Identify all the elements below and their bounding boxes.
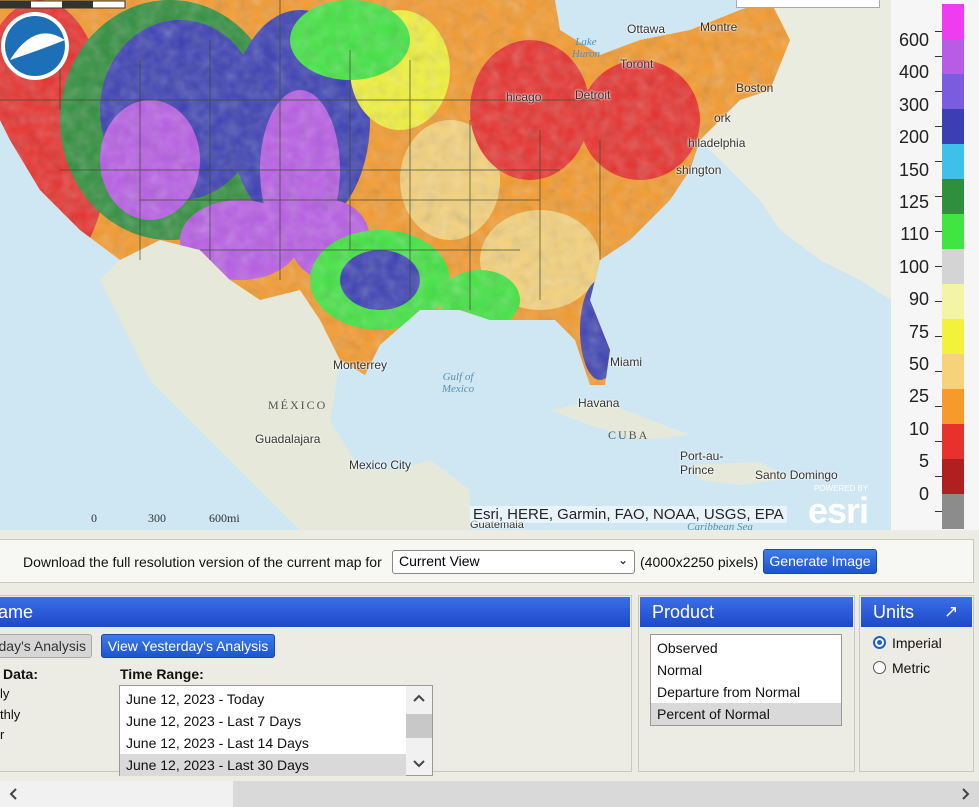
noaa-logo-icon [1,12,69,80]
view-todays-analysis-button[interactable]: day's Analysis [0,634,92,658]
city-boston: Boston [736,81,774,95]
legend-label: 10 [908,418,929,439]
city-miami: Miami [610,355,642,369]
map-overlay-box [736,0,880,8]
time-range-option[interactable]: June 12, 2023 - Last 30 Days [120,754,406,776]
legend-swatch [942,424,964,459]
city-ottawa: Ottawa [627,22,666,36]
data-option-yearly[interactable]: r [0,727,4,742]
download-view-value: Current View [399,553,480,569]
precipitation-map[interactable]: Ottawa Montre Lake Huron Toront Boston hi… [0,0,891,530]
label-gulf-of-mexico: Gulf of Mexico [441,371,475,395]
data-option-daily[interactable]: ly [0,686,9,701]
unit-label-imperial[interactable]: Imperial [892,635,942,651]
city-port-au-prince: Port-au- Prince [680,449,724,477]
city-philadelphia: hiladelphia [688,136,746,150]
data-option-monthly[interactable]: thly [0,707,20,722]
legend-swatch [942,4,964,39]
download-text: Download the full resolution version of … [23,554,382,570]
legend-swatch [942,494,964,529]
view-yesterdays-analysis-button[interactable]: View Yesterday's Analysis [101,634,275,658]
legend-swatch [942,74,964,109]
legend-label: 110 [900,224,929,245]
time-range-option[interactable]: June 12, 2023 - Last 14 Days [120,732,406,754]
label-cuba: CUBA [608,428,650,442]
city-detroit: Detroit [575,88,611,102]
city-monterrey: Monterrey [333,358,388,372]
legend-swatch [942,214,964,249]
legend-label: 90 [908,289,929,310]
product-panel-title: Product [640,597,853,627]
legend-swatch [942,249,964,284]
legend-swatch [942,109,964,144]
download-pixels-text: (4000x2250 pixels) [640,554,759,570]
legend-label: 600 [898,30,929,50]
legend-swatch [942,389,964,424]
time-range-option[interactable]: June 12, 2023 - Last 7 Days [120,710,406,732]
time-range-scrollbar[interactable] [406,686,432,775]
legend-label: 125 [898,192,929,212]
city-new-york: ork [714,111,731,125]
product-option[interactable]: Percent of Normal [651,703,841,725]
legend-label: 100 [898,256,929,277]
generate-image-button[interactable]: Generate Image [763,549,877,574]
legend-color-bar [935,4,964,529]
scale-label-0: 0 [91,511,97,525]
product-option[interactable]: Departure from Normal [651,681,841,703]
label-mexico: MÉXICO [268,398,328,412]
time-range-listbox[interactable]: June 12, 2023 - Today June 12, 2023 - Las… [119,685,433,776]
legend-label: 5 [918,451,929,472]
unit-radio-metric[interactable] [873,661,886,674]
product-option[interactable]: Observed [651,637,841,659]
timeframe-panel-title: ame [0,597,630,627]
legend-swatch [942,179,964,214]
city-guadalajara: Guadalajara [255,432,321,446]
time-range-option[interactable]: June 12, 2023 - Today [120,688,406,710]
scrollbar-track-left [0,781,233,807]
expand-icon[interactable]: ↗ [944,602,958,622]
city-santo-domingo: Santo Domingo [755,468,838,482]
chevron-left-icon[interactable] [2,781,22,807]
legend-label: 25 [908,386,929,407]
legend-label: 75 [908,321,929,342]
chevron-right-icon[interactable] [957,781,977,807]
legend-label: 50 [908,354,929,374]
data-label: Data: [3,666,39,682]
legend-label: 200 [898,127,929,148]
product-option[interactable]: Normal [651,659,841,681]
legend-label: 400 [898,62,929,83]
legend-swatch [942,39,964,74]
legend-swatch [942,144,964,179]
legend-label: 300 [898,94,929,115]
legend-swatch [942,459,964,494]
city-washington: shington [676,163,722,177]
scale-label-600: 600mi [209,511,240,525]
city-montreal: Montre [700,20,738,34]
chevron-down-icon[interactable] [406,754,432,774]
city-toronto: Toront [620,57,654,71]
city-chicago: hicago [506,90,542,104]
legend-swatch [942,319,964,354]
scale-label-300: 300 [148,511,166,525]
legend-label: 150 [898,159,929,180]
product-listbox[interactable]: Observed Normal Departure from Normal Perce… [650,634,842,726]
map-canvas [0,0,891,530]
esri-logo[interactable]: esri [808,490,869,530]
chevron-up-icon[interactable] [406,688,432,708]
horizontal-scrollbar[interactable] [0,781,979,807]
chevron-down-icon: ⌄ [617,553,628,567]
city-havana: Havana [578,396,620,410]
legend-label: 0 [918,483,929,504]
time-range-label: Time Range: [120,666,204,682]
scrollbar-thumb[interactable] [406,714,432,738]
unit-radio-imperial[interactable] [873,636,886,649]
legend-swatch [942,284,964,319]
map-attribution: Esri, HERE, Garmin, FAO, NOAA, USGS, EPA [470,506,787,523]
label-lake-huron: Lake Huron [571,36,601,60]
download-view-select[interactable]: Current View ⌄ [392,550,635,574]
unit-label-metric[interactable]: Metric [892,660,930,676]
legend-swatch [942,354,964,389]
city-mexico-city: Mexico City [349,458,412,472]
